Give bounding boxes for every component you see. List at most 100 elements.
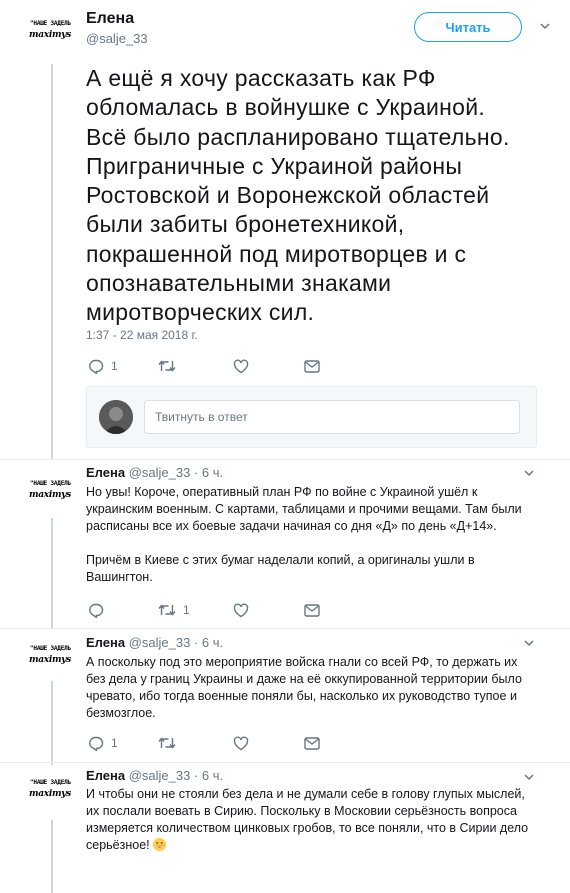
divider bbox=[0, 628, 570, 629]
tweet-text-line: безмозглое. bbox=[86, 706, 156, 720]
avatar[interactable]: "НАШЕ ЗАДЕЛЬ maximys bbox=[28, 767, 76, 815]
tweet-actions: 1 bbox=[88, 600, 328, 620]
tweet-text-line: Но увы! Короче, оперативный план РФ по в… bbox=[86, 485, 478, 499]
tweet-text-line: Вашингтон. bbox=[86, 570, 153, 584]
message-icon bbox=[304, 603, 320, 617]
timestamp[interactable]: · 6 ч. bbox=[194, 635, 223, 650]
retweet-icon bbox=[158, 360, 176, 372]
tweet-text-line: были забиты бронетехникой, bbox=[86, 211, 405, 238]
tweet-text-line: измеряется количеством цинковых гробов, … bbox=[86, 821, 529, 835]
tweet-text-line: без дела у границ Украины и даже на её о… bbox=[86, 672, 522, 686]
like-button[interactable] bbox=[233, 733, 249, 753]
like-icon bbox=[233, 735, 249, 750]
tweet-actions: 1 bbox=[88, 356, 328, 376]
avatar-text: maximys bbox=[29, 490, 71, 500]
avatar-text: "НАШЕ ЗАДЕЛЬ bbox=[30, 480, 71, 487]
tweet-text-line: украинским военным. С картами, таблицами… bbox=[86, 502, 522, 516]
tweet-text-line: И чтобы они не стояли без дела и не дума… bbox=[86, 787, 525, 801]
tweet-text: Но увы! Короче, оперативный план РФ по в… bbox=[86, 484, 538, 586]
timestamp[interactable]: 1:37 - 22 мая 2018 г. bbox=[86, 328, 198, 342]
author-handle[interactable]: @salje_33 bbox=[129, 465, 191, 480]
tweet-text-line: опознавательными знаками bbox=[86, 270, 392, 297]
author-name[interactable]: Елена bbox=[86, 10, 134, 28]
tweet-text-line: Причём в Киеве с этих бумаг наделали коп… bbox=[86, 553, 475, 567]
tweet-text-line: их послали воевать в Сирию. Поскольку в … bbox=[86, 804, 517, 818]
chevron-down-icon[interactable] bbox=[524, 468, 534, 478]
tweet-text-line: чревато, ибо тогда военные поняли бы, на… bbox=[86, 689, 517, 703]
reply-icon bbox=[89, 359, 104, 374]
grinning-emoji bbox=[153, 838, 167, 851]
avatar-text: "НАШЕ ЗАДЕЛЬ bbox=[30, 645, 71, 652]
retweet-button[interactable] bbox=[158, 356, 176, 376]
chevron-down-icon[interactable] bbox=[540, 21, 550, 31]
like-icon bbox=[233, 358, 249, 373]
tweet-text-line: Приграничные с Украиной районы bbox=[86, 152, 463, 179]
tweet-text-line: А поскольку под это мероприятие войска г… bbox=[86, 655, 518, 669]
divider bbox=[0, 762, 570, 763]
thread-line bbox=[51, 518, 53, 628]
like-button[interactable] bbox=[233, 356, 249, 376]
avatar[interactable]: "НАШЕ ЗАДЕЛЬ maximys bbox=[28, 8, 76, 56]
chevron-down-icon[interactable] bbox=[524, 638, 534, 648]
thread-line bbox=[51, 680, 53, 765]
reply-header: Елена @salje_33 · 6 ч. bbox=[86, 635, 223, 650]
tweet-text-line: Всё было распланировано тщательно. bbox=[86, 123, 510, 150]
chevron-down-icon[interactable] bbox=[524, 772, 534, 782]
reply-input[interactable]: Твитнуть в ответ bbox=[144, 400, 520, 434]
tweet-text: А поскольку под это мероприятие войска г… bbox=[86, 654, 538, 722]
tweet-text-line: покрашенной под миротворцев и с bbox=[86, 240, 467, 267]
follow-button[interactable]: Читать bbox=[414, 12, 522, 42]
retweet-button[interactable]: 1 bbox=[158, 600, 190, 620]
reply-icon bbox=[89, 603, 104, 618]
author-handle[interactable]: @salje_33 bbox=[86, 31, 148, 46]
retweet-icon bbox=[158, 604, 176, 616]
tweet-text-line: Ростовской и Воронежской областей bbox=[86, 182, 490, 209]
retweet-icon bbox=[158, 737, 176, 749]
tweet-text-line: миротворческих сил. bbox=[86, 299, 315, 326]
message-icon bbox=[304, 359, 320, 373]
avatar-text: maximys bbox=[29, 789, 71, 799]
user-avatar bbox=[99, 400, 133, 434]
message-icon bbox=[304, 736, 320, 750]
tweet-text-line: серьёзное! bbox=[86, 837, 538, 854]
reply-button[interactable]: 1 bbox=[88, 733, 118, 753]
retweet-button[interactable] bbox=[158, 733, 176, 753]
timestamp[interactable]: · 6 ч. bbox=[194, 465, 223, 480]
reply-button[interactable]: 1 bbox=[88, 356, 118, 376]
tweet-text-line: расписаны все их боевые задачи начиная с… bbox=[86, 519, 497, 533]
like-icon bbox=[233, 602, 249, 617]
message-button[interactable] bbox=[304, 733, 320, 753]
message-button[interactable] bbox=[304, 356, 320, 376]
author-handle[interactable]: @salje_33 bbox=[129, 635, 191, 650]
tweet-text-fragment: серьёзное! bbox=[86, 838, 150, 852]
author-name[interactable]: Елена bbox=[86, 635, 125, 650]
tweet-text-line: А ещё я хочу рассказать как РФ bbox=[86, 65, 436, 91]
avatar-text: maximys bbox=[29, 30, 71, 40]
avatar-text: "НАШЕ ЗАДЕЛЬ bbox=[30, 779, 71, 786]
tweet-text: А ещё я хочу рассказать как РФ обломалас… bbox=[86, 64, 546, 328]
avatar-text: maximys bbox=[29, 655, 71, 665]
reply-composer: Твитнуть в ответ bbox=[86, 386, 537, 448]
reply-count: 1 bbox=[111, 359, 118, 373]
author-handle[interactable]: @salje_33 bbox=[129, 768, 191, 783]
avatar[interactable]: "НАШЕ ЗАДЕЛЬ maximys bbox=[28, 468, 76, 516]
author-name[interactable]: Елена bbox=[86, 465, 125, 480]
tweet-text-line: обломалась в войнушке с Украиной. bbox=[86, 94, 486, 121]
tweet-text: И чтобы они не стояли без дела и не дума… bbox=[86, 786, 538, 854]
message-button[interactable] bbox=[304, 600, 320, 620]
avatar[interactable]: "НАШЕ ЗАДЕЛЬ maximys bbox=[28, 633, 76, 681]
divider bbox=[0, 459, 570, 460]
author-name[interactable]: Елена bbox=[86, 768, 125, 783]
like-button[interactable] bbox=[233, 600, 249, 620]
reply-icon bbox=[89, 736, 104, 751]
timestamp[interactable]: · 6 ч. bbox=[194, 768, 223, 783]
reply-header: Елена @salje_33 · 6 ч. bbox=[86, 768, 223, 783]
tweet-actions: 1 bbox=[88, 733, 328, 753]
thread-line bbox=[51, 820, 53, 893]
reply-header: Елена @salje_33 · 6 ч. bbox=[86, 465, 223, 480]
reply-button[interactable] bbox=[88, 600, 104, 620]
thread-line bbox=[51, 64, 53, 459]
retweet-count: 1 bbox=[183, 603, 190, 617]
reply-count: 1 bbox=[111, 736, 118, 750]
